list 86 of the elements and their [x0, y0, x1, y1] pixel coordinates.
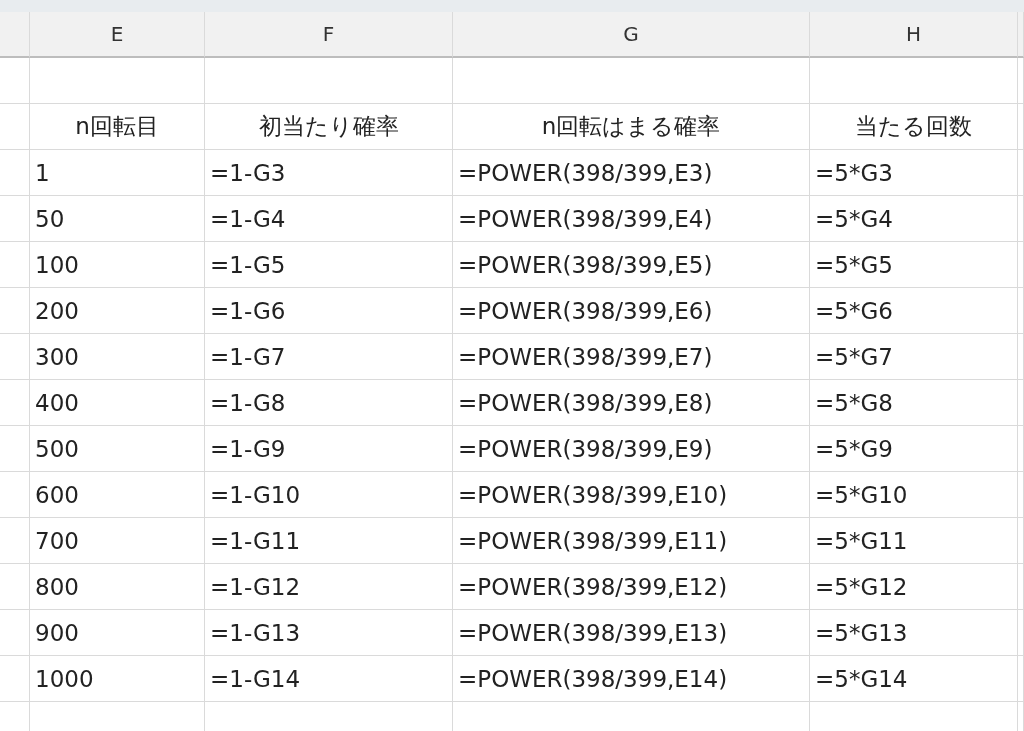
table-cell: =5*G7 — [810, 334, 1018, 380]
row-header[interactable] — [0, 656, 30, 702]
table-cell: =1-G7 — [205, 334, 453, 380]
table-cell: =5*G13 — [810, 610, 1018, 656]
row-header[interactable] — [0, 58, 30, 104]
table-cell: 50 — [30, 196, 205, 242]
table-cell: =POWER(398/399,E3) — [453, 150, 810, 196]
table-cell: =5*G4 — [810, 196, 1018, 242]
column-header[interactable]: G — [453, 12, 810, 58]
table-cell: 100 — [30, 242, 205, 288]
table-cell: =1-G13 — [205, 610, 453, 656]
row-header[interactable] — [1018, 104, 1024, 150]
table-cell: =POWER(398/399,E13) — [453, 610, 810, 656]
table-cell: =POWER(398/399,E10) — [453, 472, 810, 518]
table-cell: =POWER(398/399,E8) — [453, 380, 810, 426]
row-header[interactable] — [0, 610, 30, 656]
row-header[interactable] — [1018, 656, 1024, 702]
header-cell: 当たる回数 — [810, 104, 1018, 150]
table-cell: =5*G12 — [810, 564, 1018, 610]
table-cell: =5*G5 — [810, 242, 1018, 288]
row-header[interactable] — [0, 196, 30, 242]
table-cell: =POWER(398/399,E5) — [453, 242, 810, 288]
row-header[interactable] — [1018, 334, 1024, 380]
table-cell: 300 — [30, 334, 205, 380]
table-cell: 900 — [30, 610, 205, 656]
table-cell: =POWER(398/399,E4) — [453, 196, 810, 242]
row-header[interactable] — [0, 150, 30, 196]
table-cell: =5*G14 — [810, 656, 1018, 702]
table-cell: =1-G5 — [205, 242, 453, 288]
table-cell: 800 — [30, 564, 205, 610]
table-cell: 700 — [30, 518, 205, 564]
header-corner[interactable] — [1018, 12, 1024, 58]
row-header[interactable] — [1018, 472, 1024, 518]
table-cell: =POWER(398/399,E14) — [453, 656, 810, 702]
table-cell: =1-G4 — [205, 196, 453, 242]
table-cell: =5*G11 — [810, 518, 1018, 564]
row-header[interactable] — [0, 518, 30, 564]
table-cell: =5*G10 — [810, 472, 1018, 518]
table-cell: =5*G6 — [810, 288, 1018, 334]
header-cell: n回転はまる確率 — [453, 104, 810, 150]
row-header[interactable] — [0, 288, 30, 334]
table-cell: =1-G14 — [205, 656, 453, 702]
row-header[interactable] — [1018, 242, 1024, 288]
table-cell: =POWER(398/399,E7) — [453, 334, 810, 380]
table-cell: 500 — [30, 426, 205, 472]
table-cell: =1-G6 — [205, 288, 453, 334]
row-header[interactable] — [1018, 196, 1024, 242]
row-header[interactable] — [1018, 426, 1024, 472]
row-header[interactable] — [1018, 610, 1024, 656]
header-corner[interactable] — [0, 12, 30, 58]
table-cell: =POWER(398/399,E6) — [453, 288, 810, 334]
table-cell: =POWER(398/399,E12) — [453, 564, 810, 610]
row-header[interactable] — [0, 426, 30, 472]
table-cell: =5*G9 — [810, 426, 1018, 472]
table-cell: =POWER(398/399,E11) — [453, 518, 810, 564]
table-cell: 1 — [30, 150, 205, 196]
row-header[interactable] — [0, 104, 30, 150]
table-cell: =1-G3 — [205, 150, 453, 196]
row-header[interactable] — [0, 472, 30, 518]
row-header[interactable] — [1018, 150, 1024, 196]
table-cell: =1-G8 — [205, 380, 453, 426]
table-cell: =1-G9 — [205, 426, 453, 472]
table-cell: =1-G10 — [205, 472, 453, 518]
column-header[interactable]: E — [30, 12, 205, 58]
table-cell: =POWER(398/399,E9) — [453, 426, 810, 472]
table-cell: =1-G12 — [205, 564, 453, 610]
table-cell: 400 — [30, 380, 205, 426]
row-header[interactable] — [0, 334, 30, 380]
table-cell: =5*G3 — [810, 150, 1018, 196]
row-header[interactable] — [0, 380, 30, 426]
header-cell: n回転目 — [30, 104, 205, 150]
header-cell: 初当たり確率 — [205, 104, 453, 150]
row-header[interactable] — [1018, 288, 1024, 334]
table-cell: =5*G8 — [810, 380, 1018, 426]
row-header[interactable] — [1018, 564, 1024, 610]
row-header[interactable] — [1018, 58, 1024, 104]
table-cell: 200 — [30, 288, 205, 334]
column-header[interactable]: H — [810, 12, 1018, 58]
column-header[interactable]: F — [205, 12, 453, 58]
row-header[interactable] — [1018, 380, 1024, 426]
table-cell: =1-G11 — [205, 518, 453, 564]
row-header[interactable] — [1018, 518, 1024, 564]
row-header[interactable] — [0, 564, 30, 610]
table-cell: 1000 — [30, 656, 205, 702]
table-cell: 600 — [30, 472, 205, 518]
row-header[interactable] — [0, 242, 30, 288]
